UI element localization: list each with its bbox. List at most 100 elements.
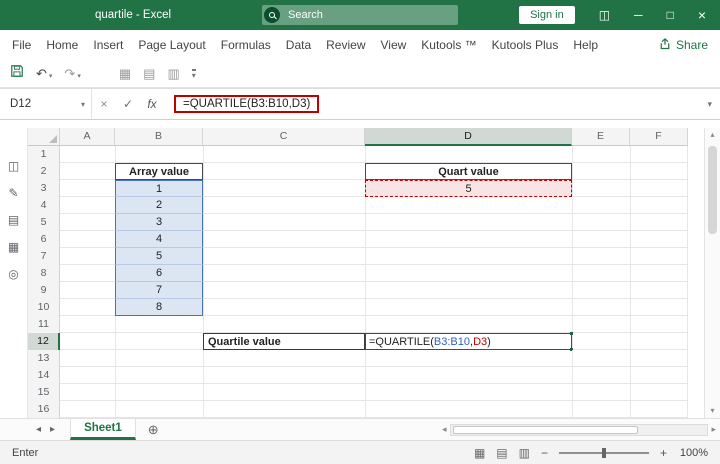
minimize-button[interactable]: ─ (634, 9, 643, 21)
row-header[interactable]: 15 (28, 384, 60, 401)
row-header[interactable]: 16 (28, 401, 60, 418)
cell-b2-array-header[interactable]: Array value (115, 163, 203, 180)
cell-b9[interactable]: 7 (115, 282, 203, 299)
sheet-row[interactable]: 15 (28, 384, 688, 401)
navigation-pane-icon[interactable]: ◫ (8, 160, 19, 172)
grid-pane-icon[interactable]: ▦ (8, 241, 19, 253)
sheet-row[interactable]: 3 1 5 (28, 180, 688, 197)
sheet-row[interactable]: 10 8 (28, 299, 688, 316)
ribbon-tab-help[interactable]: Help (573, 38, 598, 52)
row-header[interactable]: 5 (28, 214, 60, 231)
redo-button[interactable]: ↷▾ (64, 67, 80, 80)
add-sheet-button[interactable]: ⊕ (148, 422, 159, 438)
ribbon-tab-file[interactable]: File (12, 38, 31, 52)
column-header-b[interactable]: B (115, 128, 203, 146)
sheet-row[interactable]: 7 5 (28, 248, 688, 265)
row-header[interactable]: 14 (28, 367, 60, 384)
save-button[interactable] (10, 64, 24, 83)
sheet-row[interactable]: 11 (28, 316, 688, 333)
formula-input[interactable]: =QUARTILE(B3:B10,D3) (164, 95, 707, 113)
row-header[interactable]: 7 (28, 248, 60, 265)
column-header-a[interactable]: A (60, 128, 115, 146)
row-header[interactable]: 9 (28, 282, 60, 299)
row-header[interactable]: 3 (28, 180, 60, 197)
sheet-row[interactable]: 12 Quartile value =QUARTILE(B3:B10,D3) (28, 333, 688, 350)
zoom-slider-thumb[interactable] (602, 448, 606, 458)
sheet-tab-sheet1[interactable]: Sheet1 (70, 419, 136, 440)
sheet-row[interactable]: 14 (28, 367, 688, 384)
toolbar-page-icon[interactable]: ▤ (143, 67, 155, 80)
row-header[interactable]: 1 (28, 146, 60, 163)
edit-pane-icon[interactable]: ✎ (8, 187, 18, 199)
sheet-row[interactable]: 6 4 (28, 231, 688, 248)
vertical-scroll-thumb[interactable] (708, 146, 717, 234)
horizontal-scroll-track[interactable] (450, 424, 709, 436)
scroll-up-icon[interactable]: ▴ (710, 128, 714, 142)
ribbon-tab-formulas[interactable]: Formulas (221, 38, 271, 52)
cell-b10[interactable]: 8 (115, 299, 203, 316)
sheet-row[interactable]: 1 (28, 146, 688, 163)
row-header[interactable]: 6 (28, 231, 60, 248)
cell-b7[interactable]: 5 (115, 248, 203, 265)
close-button[interactable]: × (698, 8, 706, 22)
zoom-out-button[interactable]: − (541, 447, 548, 459)
ribbon-tab-review[interactable]: Review (326, 38, 365, 52)
zoom-in-button[interactable]: + (660, 447, 667, 459)
expand-formula-bar-icon[interactable]: ▾ (707, 99, 720, 110)
sheet-row[interactable]: 8 6 (28, 265, 688, 282)
zoom-slider[interactable] (559, 452, 649, 454)
column-header-f[interactable]: F (630, 128, 688, 146)
sheet-row[interactable]: 4 2 (28, 197, 688, 214)
sheet-row[interactable]: 5 3 (28, 214, 688, 231)
row-header[interactable]: 10 (28, 299, 60, 316)
toolbar-grid-icon[interactable]: ▦ (119, 67, 131, 80)
ribbon-display-options-icon[interactable]: ◫ (599, 9, 610, 21)
cell-d12-formula-edit[interactable]: =QUARTILE(B3:B10,D3) (365, 333, 572, 350)
sheet-row[interactable]: 13 (28, 350, 688, 367)
row-header[interactable]: 4 (28, 197, 60, 214)
ribbon-tab-kutools[interactable]: Kutools ™ (421, 38, 476, 52)
normal-view-button[interactable]: ▦ (474, 447, 485, 459)
column-header-d[interactable]: D (365, 128, 572, 146)
sheet-row[interactable]: 2 Array value Quart value (28, 163, 688, 180)
row-header[interactable]: 2 (28, 163, 60, 180)
search-box[interactable]: Search (262, 5, 458, 25)
sign-in-button[interactable]: Sign in (519, 6, 575, 24)
zoom-level[interactable]: 100% (678, 447, 708, 459)
cell-b6[interactable]: 4 (115, 231, 203, 248)
column-header-c[interactable]: C (203, 128, 365, 146)
ribbon-tab-insert[interactable]: Insert (93, 38, 123, 52)
ribbon-tab-page-layout[interactable]: Page Layout (138, 38, 205, 52)
row-header[interactable]: 8 (28, 265, 60, 282)
cell-b3[interactable]: 1 (115, 180, 203, 197)
view-pane-icon[interactable]: ◎ (8, 268, 18, 280)
confirm-button[interactable]: ✓ (116, 97, 140, 111)
cell-c12-result-label[interactable]: Quartile value (203, 333, 365, 350)
next-sheet-icon[interactable]: ▸ (50, 424, 55, 435)
previous-sheet-icon[interactable]: ◂ (36, 424, 41, 435)
cell-d3-quart-value[interactable]: 5 (365, 180, 572, 197)
ribbon-tab-view[interactable]: View (381, 38, 407, 52)
horizontal-scroll-thumb[interactable] (453, 426, 638, 434)
cell-b8[interactable]: 6 (115, 265, 203, 282)
page-layout-view-button[interactable]: ▤ (496, 447, 507, 459)
toolbar-columns-icon[interactable]: ▥ (167, 67, 179, 80)
undo-button[interactable]: ↶▾ (36, 67, 52, 80)
row-header-selected[interactable]: 12 (28, 333, 60, 350)
insert-function-button[interactable]: fx (140, 97, 164, 111)
cell-b5[interactable]: 3 (115, 214, 203, 231)
cell-b4[interactable]: 2 (115, 197, 203, 214)
maximize-button[interactable]: □ (667, 9, 674, 21)
ribbon-tab-home[interactable]: Home (46, 38, 78, 52)
horizontal-scrollbar[interactable]: ◂ ▸ (442, 419, 720, 440)
column-header-e[interactable]: E (572, 128, 630, 146)
row-header[interactable]: 11 (28, 316, 60, 333)
cell-d2-quart-header[interactable]: Quart value (365, 163, 572, 180)
vertical-scroll-track[interactable] (705, 142, 720, 404)
name-box[interactable]: D12 ▾ (0, 89, 92, 119)
cancel-button[interactable]: × (92, 97, 116, 111)
vertical-scrollbar[interactable]: ▴ ▾ (704, 128, 720, 418)
share-button[interactable]: Share (659, 38, 708, 53)
select-all-corner[interactable] (28, 128, 60, 146)
page-break-view-button[interactable]: ▥ (519, 447, 530, 459)
